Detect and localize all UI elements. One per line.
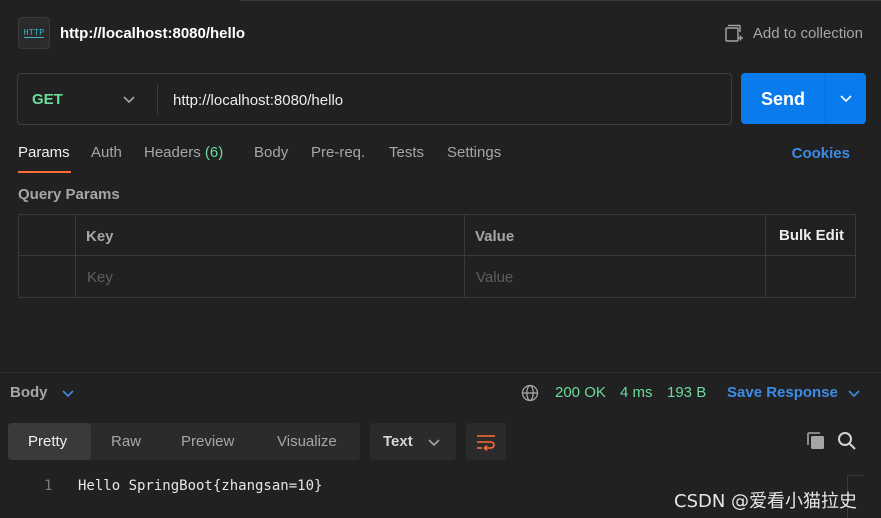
key-input[interactable]: Key <box>76 257 465 298</box>
view-pretty-label: Pretty <box>28 433 68 450</box>
key-column-header: Key <box>76 215 465 256</box>
view-preview[interactable]: Preview <box>161 423 256 460</box>
globe-icon[interactable] <box>521 384 539 402</box>
query-params-title: Query Params <box>18 186 120 203</box>
chevron-down-icon <box>123 96 135 104</box>
method-select[interactable]: GET <box>18 74 158 124</box>
query-params-table: Key Value Bulk Edit Key Value <box>18 214 856 298</box>
watermark: CSDN @爱看小猫拉史 <box>674 491 858 512</box>
response-view-switcher: Pretty Raw Preview Visualize <box>8 423 360 460</box>
status-badge[interactable]: 200 OK <box>555 384 606 401</box>
request-header: HTTP http://localhost:8080/hello Add to … <box>18 17 863 51</box>
headers-count-badge: (6) <box>204 144 224 161</box>
add-to-collection-button[interactable]: Add to collection <box>725 24 863 42</box>
send-options-button[interactable] <box>826 73 866 124</box>
collection-add-icon <box>725 24 743 42</box>
bulk-edit-label: Bulk Edit <box>779 227 845 244</box>
format-select[interactable]: Text <box>370 423 456 460</box>
tab-params[interactable]: Params <box>18 144 70 161</box>
send-button[interactable]: Send <box>761 89 805 110</box>
chevron-down-icon <box>428 439 440 447</box>
url-input[interactable] <box>173 90 713 110</box>
response-body-label: Body <box>10 384 48 401</box>
divider <box>157 84 158 114</box>
value-column-header: Value <box>465 215 766 256</box>
tab-headers[interactable]: Headers (6) <box>144 144 223 161</box>
tab-tests[interactable]: Tests <box>389 144 424 161</box>
view-preview-label: Preview <box>181 433 235 450</box>
tab-settings[interactable]: Settings <box>447 144 501 161</box>
view-raw-label: Raw <box>111 433 142 450</box>
response-divider <box>0 372 881 373</box>
tab-headers-label: Headers <box>144 144 201 161</box>
add-collection-label: Add to collection <box>752 24 863 42</box>
view-pretty[interactable]: Pretty <box>8 423 91 460</box>
request-title[interactable]: http://localhost:8080/hello <box>60 25 245 42</box>
wrap-lines-button[interactable] <box>466 423 506 460</box>
row-checkbox-cell <box>19 257 76 298</box>
value-placeholder: Value <box>476 269 514 286</box>
cookies-link[interactable]: Cookies <box>792 145 850 162</box>
format-label: Text <box>383 433 413 450</box>
chevron-down-icon <box>61 389 74 397</box>
empty-cell <box>766 257 855 298</box>
copy-icon[interactable] <box>806 431 826 451</box>
table-header-row: Key Value Bulk Edit <box>19 215 855 256</box>
chevron-down-icon <box>840 95 852 103</box>
save-response-button[interactable]: Save Response <box>727 384 860 401</box>
response-time[interactable]: 4 ms <box>620 384 653 401</box>
send-button-group: Send <box>741 73 866 124</box>
method-label: GET <box>32 91 63 108</box>
view-raw[interactable]: Raw <box>91 423 161 460</box>
bulk-edit-button[interactable]: Bulk Edit <box>766 215 855 256</box>
view-visualize[interactable]: Visualize <box>256 423 360 460</box>
http-icon: HTTP <box>18 17 50 49</box>
wrap-lines-icon <box>477 435 495 451</box>
response-body-text: Hello SpringBoot{zhangsan=10} <box>78 478 323 494</box>
view-visualize-label: Visualize <box>277 433 337 450</box>
key-header-label: Key <box>86 228 114 245</box>
active-tab-indicator <box>18 171 71 173</box>
table-row: Key Value <box>19 257 855 298</box>
line-number: 1 <box>44 478 53 494</box>
top-border <box>0 0 881 4</box>
response-body-dropdown[interactable]: Body <box>10 384 74 401</box>
value-header-label: Value <box>475 228 515 245</box>
value-input[interactable]: Value <box>465 257 766 298</box>
tab-body[interactable]: Body <box>254 144 288 161</box>
checkbox-column-header <box>19 215 76 256</box>
chevron-down-icon <box>848 389 860 397</box>
tab-prereq[interactable]: Pre-req. <box>311 144 365 161</box>
key-placeholder: Key <box>87 269 113 286</box>
search-icon[interactable] <box>837 431 857 451</box>
tab-auth[interactable]: Auth <box>91 144 122 161</box>
url-bar: GET <box>17 73 732 125</box>
response-size[interactable]: 193 B <box>667 384 706 401</box>
save-response-label: Save Response <box>727 384 838 401</box>
